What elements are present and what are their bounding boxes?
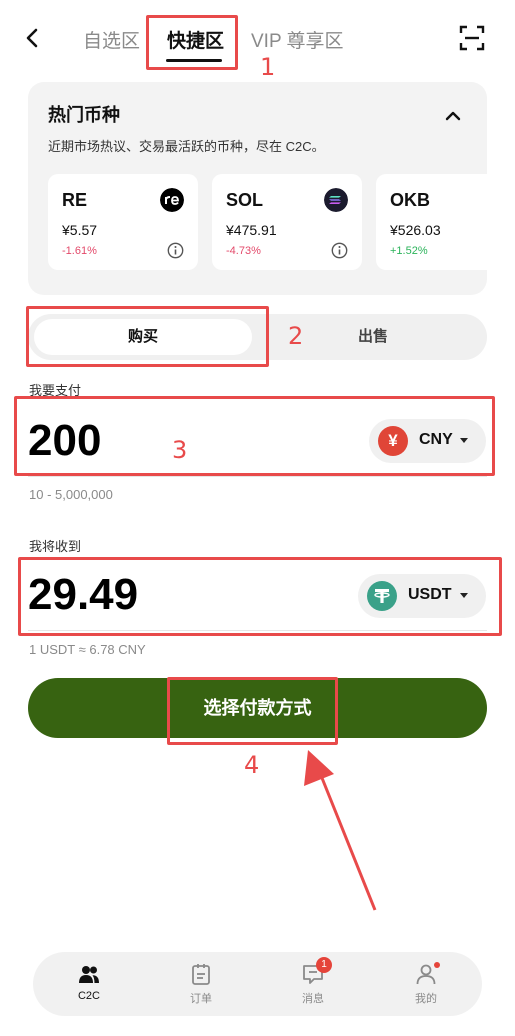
- nav-label: C2C: [77, 990, 100, 1002]
- annotation-box-3b: [18, 557, 502, 636]
- exchange-rate-hint: 1 USDT ≈ 6.78 CNY: [29, 642, 146, 657]
- coin-name: OKB: [390, 190, 430, 210]
- coin-change: +1.52%: [390, 245, 428, 257]
- receive-label: 我将收到: [29, 539, 82, 554]
- tab-vip[interactable]: VIP 尊享区: [251, 26, 344, 53]
- hot-coins-card: 热门币种 近期市场热议、交易最活跃的币种，尽在 C2C。 RE ¥5.57 -1…: [28, 82, 487, 295]
- nav-item-messages[interactable]: 1 消息: [283, 957, 343, 1006]
- annotation-number-4: 4: [244, 751, 260, 779]
- coin-price: ¥5.57: [62, 222, 98, 238]
- coin-change: -4.73%: [226, 245, 261, 257]
- nav-label: 我的: [415, 993, 437, 1005]
- hot-coins-subtitle: 近期市场热议、交易最活跃的币种，尽在 C2C。: [48, 139, 325, 154]
- annotation-number-3: 3: [172, 436, 188, 464]
- coin-price: ¥475.91: [226, 222, 277, 238]
- pay-divider: [28, 476, 487, 477]
- notification-dot: [434, 962, 440, 968]
- clipboard-icon: [192, 964, 210, 985]
- coin-name: SOL: [226, 190, 264, 210]
- info-icon[interactable]: [331, 242, 348, 259]
- coin-price: ¥526.03: [390, 222, 441, 238]
- pay-range-hint: 10 - 5,000,000: [29, 487, 113, 502]
- coin-card-re[interactable]: RE ¥5.57 -1.61%: [48, 174, 198, 270]
- annotation-box-3: [14, 396, 495, 476]
- nav-item-profile[interactable]: 我的: [396, 962, 456, 1006]
- users-icon: [79, 966, 99, 983]
- annotation-box-4: [167, 677, 338, 745]
- nav-item-c2c[interactable]: C2C: [59, 962, 119, 1002]
- re-logo-icon: [160, 188, 184, 212]
- chevron-up-icon[interactable]: [443, 106, 463, 126]
- scan-icon[interactable]: [459, 25, 485, 51]
- annotation-box-1: [146, 15, 238, 70]
- sell-tab[interactable]: 出售: [298, 319, 448, 355]
- coin-change: -1.61%: [62, 245, 97, 257]
- back-arrow-icon[interactable]: [22, 27, 44, 49]
- bottom-nav: C2C 订单 1 消息 我的: [33, 952, 482, 1016]
- nav-label: 消息: [302, 993, 324, 1005]
- hot-coins-title: 热门币种: [48, 105, 120, 125]
- annotation-number-1: 1: [260, 53, 276, 81]
- annotation-number-2: 2: [288, 322, 304, 350]
- nav-item-orders[interactable]: 订单: [171, 962, 231, 1006]
- annotation-box-2: [26, 306, 269, 367]
- info-icon[interactable]: [167, 242, 184, 259]
- tab-favorites[interactable]: 自选区: [83, 26, 140, 53]
- message-count-badge: 1: [316, 957, 332, 973]
- top-header: 自选区 快捷区 VIP 尊享区: [0, 0, 515, 76]
- annotation-arrow: [304, 750, 377, 911]
- coin-card-okb[interactable]: OKB ¥526.03 +1.52%: [376, 174, 487, 270]
- nav-label: 订单: [190, 993, 212, 1005]
- solana-logo-icon: [324, 188, 348, 212]
- coin-name: RE: [62, 190, 88, 210]
- coin-card-sol[interactable]: SOL ¥475.91 -4.73%: [212, 174, 362, 270]
